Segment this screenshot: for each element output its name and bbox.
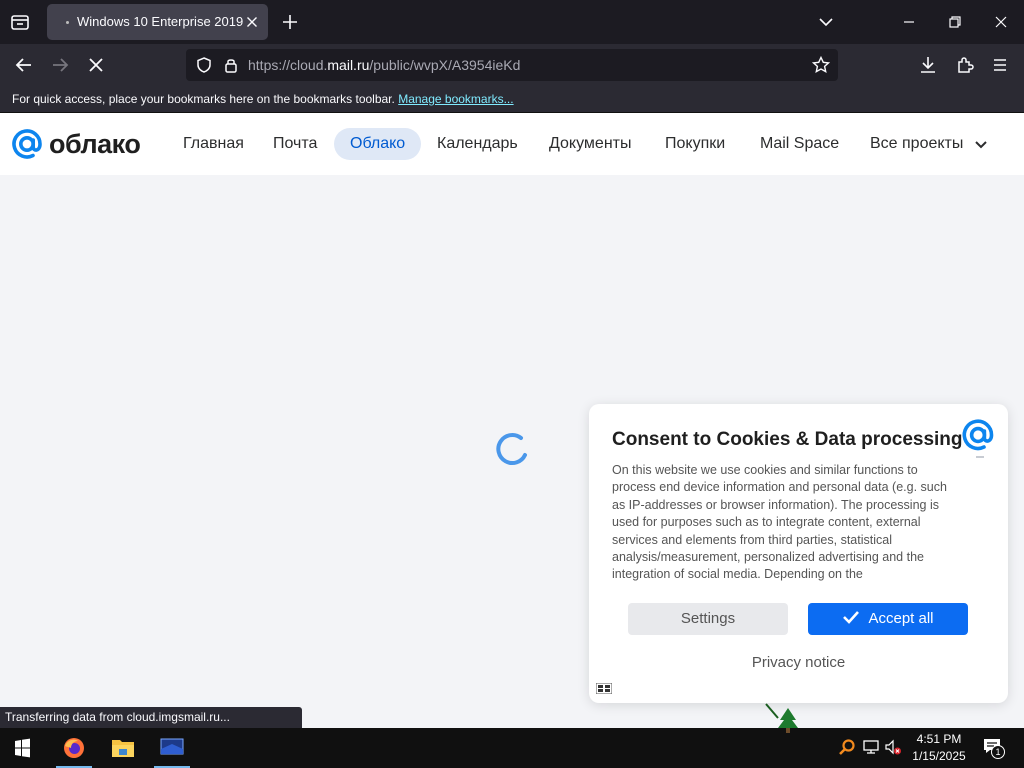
stop-loading-icon[interactable] — [84, 53, 108, 77]
manage-bookmarks-link[interactable]: Manage bookmarks... — [398, 92, 513, 106]
url-text[interactable]: https://cloud.mail.ru/public/wvpX/A3954i… — [248, 57, 520, 73]
tab-title: Windows 10 Enterprise 2019 LTSC — [77, 14, 245, 29]
lock-icon[interactable] — [222, 56, 240, 74]
nav-calendar[interactable]: Календарь — [437, 128, 518, 160]
nav-mail-space[interactable]: Mail Space — [760, 128, 839, 160]
url-prefix: https://cloud. — [248, 57, 328, 73]
downloads-icon[interactable] — [916, 53, 940, 77]
new-tab-icon[interactable] — [280, 12, 300, 32]
checkmark-icon — [843, 611, 860, 624]
nav-mail[interactable]: Почта — [273, 128, 317, 160]
nav-purchases[interactable]: Покупки — [665, 128, 725, 160]
clock-time: 4:51 PM — [916, 732, 962, 746]
system-clock[interactable]: 4:51 PM 1/15/2025 — [906, 731, 972, 765]
browser-tab-bar: Windows 10 Enterprise 2019 LTSC — [0, 0, 1024, 44]
firefox-view-icon[interactable] — [9, 11, 31, 33]
site-header: облако Главная Почта Облако Календарь До… — [0, 113, 1024, 175]
nav-cloud[interactable]: Облако — [334, 128, 422, 160]
notification-count-badge: 1 — [991, 745, 1005, 759]
firefox-taskbar-item[interactable] — [52, 728, 96, 768]
bookmarks-hint-text: For quick access, place your bookmarks h… — [12, 92, 395, 106]
bookmarks-toolbar: For quick access, place your bookmarks h… — [0, 86, 1024, 113]
minimize-icon[interactable] — [899, 12, 919, 32]
tab-loading-dot — [66, 21, 69, 24]
status-panel: Transferring data from cloud.imgsmail.ru… — [0, 707, 302, 728]
url-bar[interactable]: https://cloud.mail.ru/public/wvpX/A3954i… — [186, 49, 838, 81]
remote-desktop-taskbar-item[interactable] — [150, 728, 194, 768]
action-center-button[interactable]: 1 — [982, 736, 1006, 760]
dialog-title: Consent to Cookies & Data processing — [612, 429, 963, 450]
forward-icon[interactable] — [48, 53, 72, 77]
browser-tab[interactable]: Windows 10 Enterprise 2019 LTSC — [47, 4, 268, 40]
firefox-icon — [64, 738, 84, 758]
folder-icon — [112, 740, 134, 757]
back-icon[interactable] — [12, 53, 36, 77]
volume-muted-icon[interactable] — [884, 738, 902, 756]
chevron-down-icon[interactable] — [973, 136, 989, 152]
restore-icon[interactable] — [945, 12, 965, 32]
dialog-body: On this website we use cookies and simil… — [612, 463, 947, 582]
language-flag-icon[interactable] — [596, 683, 612, 694]
file-explorer-taskbar-item[interactable] — [101, 728, 145, 768]
shield-icon[interactable] — [195, 56, 213, 74]
cookie-consent-dialog: Consent to Cookies & Data processing On … — [589, 404, 1008, 703]
mail-at-logo-icon — [12, 129, 42, 159]
settings-button[interactable]: Settings — [628, 603, 788, 635]
accept-all-button[interactable]: Accept all — [808, 603, 968, 635]
oblako-logo[interactable]: облако — [11, 127, 141, 161]
loading-spinner-icon — [496, 433, 527, 465]
windows-start-icon[interactable] — [0, 728, 44, 768]
extensions-icon[interactable] — [953, 53, 977, 77]
monitor-icon — [160, 738, 184, 755]
logo-underline — [976, 456, 984, 458]
logo-text: облако — [49, 128, 141, 159]
browser-nav-bar: https://cloud.mail.ru/public/wvpX/A3954i… — [0, 44, 1024, 86]
accept-all-label: Accept all — [868, 610, 934, 627]
close-window-icon[interactable] — [991, 12, 1011, 32]
url-domain: mail.ru — [327, 57, 370, 73]
url-path: /public/wvpX/A3954ieKd — [369, 57, 521, 73]
menu-icon[interactable] — [988, 53, 1012, 77]
nav-home[interactable]: Главная — [183, 128, 244, 160]
bookmarks-hint: For quick access, place your bookmarks h… — [12, 92, 514, 106]
windows-taskbar: 4:51 PM 1/15/2025 1 — [0, 728, 1024, 768]
search-magnifier-icon[interactable] — [838, 738, 856, 756]
chevron-down-icon[interactable] — [816, 12, 836, 32]
mail-at-logo-icon — [962, 419, 994, 451]
christmas-tree-icon — [765, 703, 798, 733]
close-tab-icon[interactable] — [243, 13, 261, 31]
privacy-notice-link[interactable]: Privacy notice — [589, 654, 1008, 671]
network-icon[interactable] — [862, 738, 880, 756]
nav-documents[interactable]: Документы — [549, 128, 631, 160]
nav-all-projects[interactable]: Все проекты — [870, 128, 963, 160]
bookmark-star-icon[interactable] — [811, 55, 831, 75]
clock-date: 1/15/2025 — [912, 749, 966, 763]
